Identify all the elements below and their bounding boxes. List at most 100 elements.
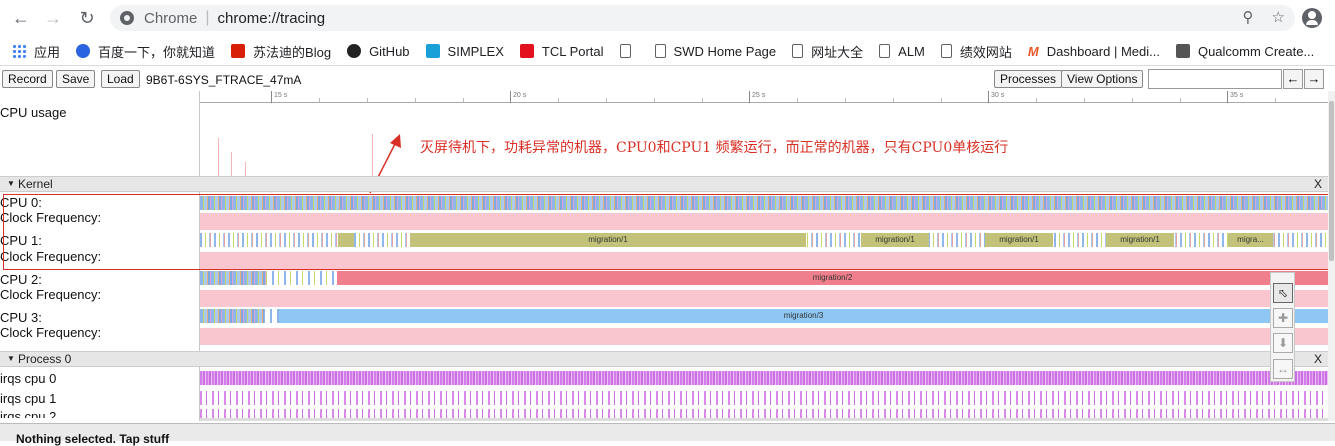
cpu3-clock-track[interactable] [200, 328, 1328, 345]
bookmark-github[interactable]: GitHub [347, 44, 410, 59]
document-icon [654, 44, 666, 58]
selection-status-bar: Nothing selected. Tap stuff [0, 423, 1335, 446]
bookmark-baidu[interactable]: 百度一下，你就知道 [76, 42, 215, 61]
close-icon[interactable]: X [1314, 177, 1322, 191]
cpu2-clock-track[interactable] [200, 290, 1328, 307]
annotation-highlight-box [3, 194, 1329, 270]
ruler-minor-tick [415, 98, 416, 102]
next-result-button[interactable]: → [1304, 69, 1324, 89]
close-icon[interactable]: X [1314, 352, 1322, 366]
save-button[interactable]: Save [56, 70, 96, 88]
bookmark-performance[interactable]: 绩效网站 [940, 42, 1012, 61]
ruler-minor-tick [893, 98, 894, 102]
bookmark-qualcomm[interactable]: Qualcomm Create... [1175, 44, 1314, 59]
load-button[interactable]: Load [101, 70, 140, 88]
ruler-minor-tick [1275, 98, 1276, 102]
ruler-minor-tick [606, 98, 607, 102]
vertical-scrollbar[interactable] [1328, 91, 1335, 421]
view-options-button[interactable]: View Options [1061, 70, 1144, 88]
reload-icon[interactable]: ↻ [72, 3, 102, 33]
ruler-tick: 35 s [1227, 91, 1243, 103]
zoom-icon[interactable]: ⚲ [1243, 8, 1254, 26]
site-info-icon[interactable] [120, 11, 134, 25]
ruler-minor-tick [463, 98, 464, 102]
cpu2-clock-label: Clock Frequency: [0, 287, 102, 302]
cpu-usage-spike [218, 138, 219, 176]
prev-result-button[interactable]: ← [1283, 69, 1303, 89]
cpu3-label: CPU 3: [0, 310, 42, 325]
horizontal-scrollbar[interactable] [200, 418, 1328, 421]
bookmark-dashboard[interactable]: M Dashboard | Medi... [1028, 44, 1160, 60]
search-input[interactable] [1148, 69, 1282, 89]
kernel-section-header[interactable]: ▼ Kernel X [0, 176, 1328, 192]
trace-title: 9B6T-6SYS_FTRACE_47mA [146, 73, 302, 87]
bookmark-alm[interactable]: ALM [879, 44, 925, 59]
bookmark-label: 网址大全 [811, 44, 864, 60]
ruler-tick: 15 s [271, 91, 287, 103]
scrollbar-thumb[interactable] [1329, 101, 1334, 261]
ruler-tick: 30 s [988, 91, 1004, 103]
bookmark-simplex[interactable]: SIMPLEX [425, 43, 504, 59]
processes-button[interactable]: Processes [994, 70, 1063, 88]
collapse-triangle-icon[interactable]: ▼ [7, 177, 15, 191]
bookmark-label: SWD Home Page [673, 43, 777, 59]
cpu3-track[interactable]: migration/3 [200, 309, 1328, 323]
ruler-minor-tick [1036, 98, 1037, 102]
document-icon [879, 44, 891, 58]
bookmark-label: 绩效网站 [959, 44, 1012, 60]
pan-cross-icon[interactable]: ✚ [1273, 308, 1293, 328]
bookmark-tcl-portal[interactable]: TCL Portal [519, 44, 604, 59]
blog-icon [231, 44, 246, 58]
irq0-track[interactable] [200, 371, 1328, 385]
url-text[interactable]: chrome://tracing [218, 10, 326, 27]
record-button[interactable]: Record [2, 70, 53, 88]
time-ruler[interactable]: 15 s 20 s 25 s 30 s 35 s [200, 91, 1328, 103]
document-icon [792, 44, 804, 58]
github-icon [347, 44, 362, 58]
process0-section-header[interactable]: ▼ Process 0 X [0, 351, 1328, 367]
apps-grid-icon [12, 44, 26, 58]
cpu2-dense-slice [200, 271, 266, 285]
bookmark-swd-home[interactable]: SWD Home Page [654, 43, 777, 59]
bookmark-label: SIMPLEX [447, 43, 504, 59]
bookmark-untitled[interactable] [619, 44, 639, 58]
process0-label: Process 0 [18, 352, 72, 366]
collapse-triangle-icon[interactable]: ▼ [7, 352, 15, 366]
profile-avatar-icon[interactable] [1302, 8, 1322, 28]
cpu3-dense-slice [200, 309, 264, 323]
browser-toolbar: ← → ↻ Chrome | chrome://tracing ⚲ ☆ [0, 0, 1335, 36]
timing-range-icon[interactable]: ↔ [1273, 359, 1293, 379]
irq2-track[interactable] [200, 409, 1328, 418]
zoom-arrow-icon[interactable]: ⬇ [1273, 333, 1293, 353]
bookmark-apps[interactable]: 应用 [12, 42, 60, 61]
bookmark-blog[interactable]: 苏法迪的Blog [231, 42, 331, 61]
ruler-minor-tick [558, 98, 559, 102]
bookmark-url-directory[interactable]: 网址大全 [792, 42, 863, 61]
tracing-toolbar: Record Save Load 9B6T-6SYS_FTRACE_47mA P… [0, 68, 1335, 91]
bookmark-label: 百度一下，你就知道 [98, 44, 216, 60]
selection-pointer-icon[interactable]: ⬁ [1273, 283, 1293, 303]
ruler-minor-tick [319, 98, 320, 102]
irq1-track[interactable] [200, 391, 1328, 405]
irq0-label: irqs cpu 0 [0, 371, 57, 386]
cpu3-clock-label: Clock Frequency: [0, 325, 102, 340]
cpu2-label: CPU 2: [0, 272, 42, 287]
bookmark-label: 苏法迪的Blog [253, 44, 332, 60]
migration2-slice[interactable]: migration/2 [337, 271, 1328, 285]
cpu-usage-spike [245, 162, 246, 176]
forward-arrow-icon[interactable]: → [38, 3, 68, 33]
migration3-slice[interactable]: migration/3 [279, 309, 1328, 323]
mouse-mode-panel: ⬁ ✚ ⬇ ↔ [1270, 272, 1295, 382]
ruler-minor-tick [1180, 98, 1181, 102]
simplex-icon [425, 44, 440, 58]
irq2-label: irqs cpu 2 [0, 410, 57, 418]
bookmarks-divider [0, 65, 1335, 66]
address-bar[interactable]: Chrome | chrome://tracing ⚲ ☆ [110, 5, 1295, 31]
star-icon[interactable]: ☆ [1272, 8, 1285, 26]
ruler-minor-tick [367, 98, 368, 102]
bookmark-label: ALM [898, 43, 925, 59]
ruler-minor-tick [702, 98, 703, 102]
site-label: Chrome [144, 9, 198, 27]
back-arrow-icon[interactable]: ← [6, 3, 36, 33]
cpu2-track[interactable]: migration/2 [200, 271, 1328, 285]
